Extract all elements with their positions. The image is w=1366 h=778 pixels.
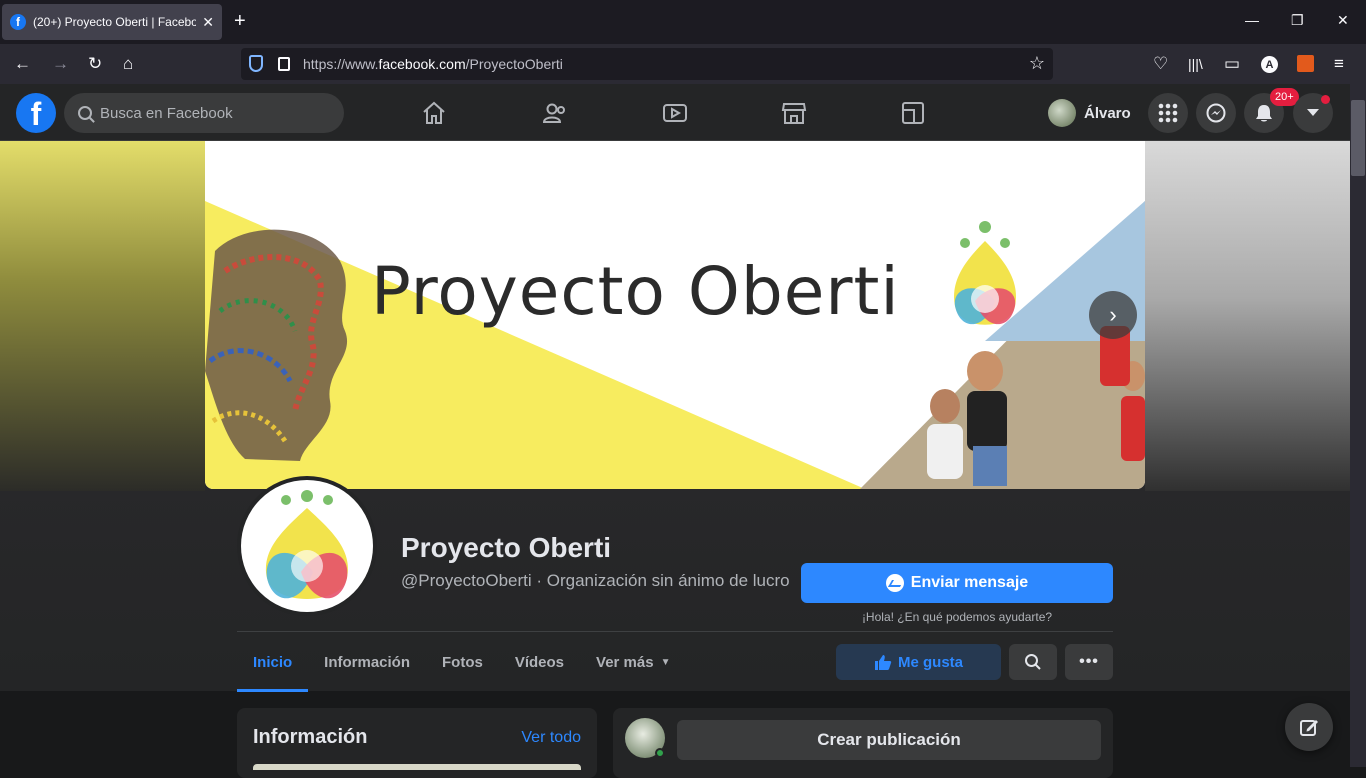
new-tab-icon[interactable]: +	[234, 10, 246, 33]
menu-grid-icon[interactable]	[1148, 93, 1188, 133]
facebook-logo[interactable]: f	[16, 93, 56, 133]
facebook-header: f Busca en Facebook 2 5 Álvaro 20+	[0, 84, 1350, 194]
friends-icon[interactable]	[540, 98, 570, 128]
marketplace-icon[interactable]	[779, 98, 809, 128]
page-logo-drop	[266, 490, 348, 599]
create-post-button[interactable]: Crear publicación	[677, 720, 1101, 760]
home-icon[interactable]	[419, 98, 449, 128]
shield-icon[interactable]	[249, 55, 263, 72]
browser-tab[interactable]: f (20+) Proyecto Oberti | Facebook ✕	[2, 4, 222, 40]
search-placeholder: Busca en Facebook	[100, 104, 233, 122]
lock-icon[interactable]	[278, 57, 290, 71]
tab-label: Inicio	[253, 653, 293, 671]
info-card: Información Ver todo	[237, 708, 597, 778]
cover-title: Proyecto Oberti	[371, 253, 900, 330]
page-profile-picture[interactable]	[237, 476, 377, 616]
facebook-search-input[interactable]: Busca en Facebook	[64, 93, 344, 133]
tab-informacion[interactable]: Información	[308, 632, 426, 692]
reload-icon[interactable]: ↻	[88, 54, 102, 74]
see-all-link[interactable]: Ver todo	[521, 729, 581, 747]
chevron-right-icon[interactable]: ›	[1089, 291, 1137, 339]
star-icon[interactable]: ☆	[1029, 53, 1045, 74]
sidebar-icon[interactable]: ▭	[1224, 54, 1240, 74]
cover-logo-drop	[954, 221, 1016, 325]
close-tab-icon[interactable]: ✕	[202, 14, 214, 31]
minimize-icon[interactable]: —	[1245, 12, 1259, 28]
page-search-button[interactable]	[1009, 644, 1057, 680]
tab-label: Información	[324, 653, 411, 671]
page-tabs: Inicio Información Fotos Vídeos Ver más ▼	[237, 632, 686, 692]
gaming-icon[interactable]	[898, 98, 928, 128]
extension-icon[interactable]	[1297, 55, 1314, 72]
thumbs-up-icon	[874, 654, 892, 670]
facebook-favicon-icon: f	[10, 14, 26, 30]
more-options-button[interactable]: •••	[1065, 644, 1113, 680]
page-subtitle: @ProyectoOberti · Organización sin ánimo…	[401, 571, 790, 590]
like-label: Me gusta	[897, 653, 963, 671]
tab-title: (20+) Proyecto Oberti | Facebook	[33, 15, 197, 29]
page-title: Proyecto Oberti	[401, 532, 612, 563]
scrollbar-thumb[interactable]	[1351, 100, 1365, 176]
tab-label: Fotos	[442, 653, 483, 671]
cover-blur-left	[0, 141, 205, 491]
back-icon[interactable]: ←	[14, 54, 31, 74]
browser-nav-bar: ← → ↻ ⌂ https://www.facebook.com/Proyect…	[0, 44, 1366, 84]
watch-icon[interactable]	[660, 98, 690, 128]
account-alert-dot	[1321, 95, 1330, 104]
send-message-label: Enviar mensaje	[910, 574, 1029, 591]
user-name: Álvaro	[1084, 104, 1131, 122]
profile-chip[interactable]: Álvaro	[1048, 98, 1131, 128]
like-page-button[interactable]: Me gusta	[836, 644, 1001, 680]
info-heading: Información	[253, 726, 368, 748]
browser-tab-bar: f (20+) Proyecto Oberti | Facebook ✕ + —…	[0, 0, 1366, 44]
messenger-icon[interactable]	[1196, 93, 1236, 133]
avatar	[1048, 99, 1076, 127]
create-post-card: Crear publicación	[613, 708, 1113, 778]
caret-down-icon: ▼	[660, 656, 671, 668]
tab-videos[interactable]: Vídeos	[499, 632, 580, 692]
cover-blur-right	[1145, 141, 1350, 491]
close-window-icon[interactable]: ✕	[1337, 12, 1349, 29]
tab-ver-mas[interactable]: Ver más ▼	[580, 632, 686, 692]
search-icon	[1025, 654, 1041, 670]
tab-label: Ver más	[596, 653, 654, 671]
url-bar[interactable]: https://www.facebook.com/ProyectoOberti …	[241, 48, 1053, 80]
greeting-text: ¡Hola! ¿En qué podemos ayudarte?	[861, 610, 1053, 624]
home-page-icon[interactable]: ⌂	[123, 54, 133, 74]
info-preview-image	[253, 764, 581, 770]
pocket-icon[interactable]: ♡	[1153, 54, 1168, 74]
tab-inicio[interactable]: Inicio	[237, 632, 309, 692]
online-status-dot	[655, 748, 665, 758]
restore-icon[interactable]: ❐	[1291, 12, 1304, 29]
compose-icon[interactable]	[1285, 703, 1333, 751]
search-icon	[78, 106, 92, 120]
tab-label: Vídeos	[514, 653, 565, 671]
library-icon[interactable]: |||\	[1188, 56, 1203, 72]
ellipsis-icon: •••	[1079, 653, 1099, 670]
account-icon[interactable]: A	[1261, 56, 1278, 73]
tab-fotos[interactable]: Fotos	[426, 632, 499, 692]
page-scrollbar[interactable]	[1350, 84, 1366, 767]
messenger-icon	[885, 574, 904, 592]
send-message-button[interactable]: Enviar mensaje	[801, 563, 1113, 603]
url-text: https://www.facebook.com/ProyectoOberti	[303, 56, 563, 72]
cover-photo[interactable]: Proyecto Oberti	[205, 141, 1145, 489]
hamburger-menu-icon[interactable]: ≡	[1334, 54, 1344, 74]
forward-icon[interactable]: →	[52, 54, 69, 74]
